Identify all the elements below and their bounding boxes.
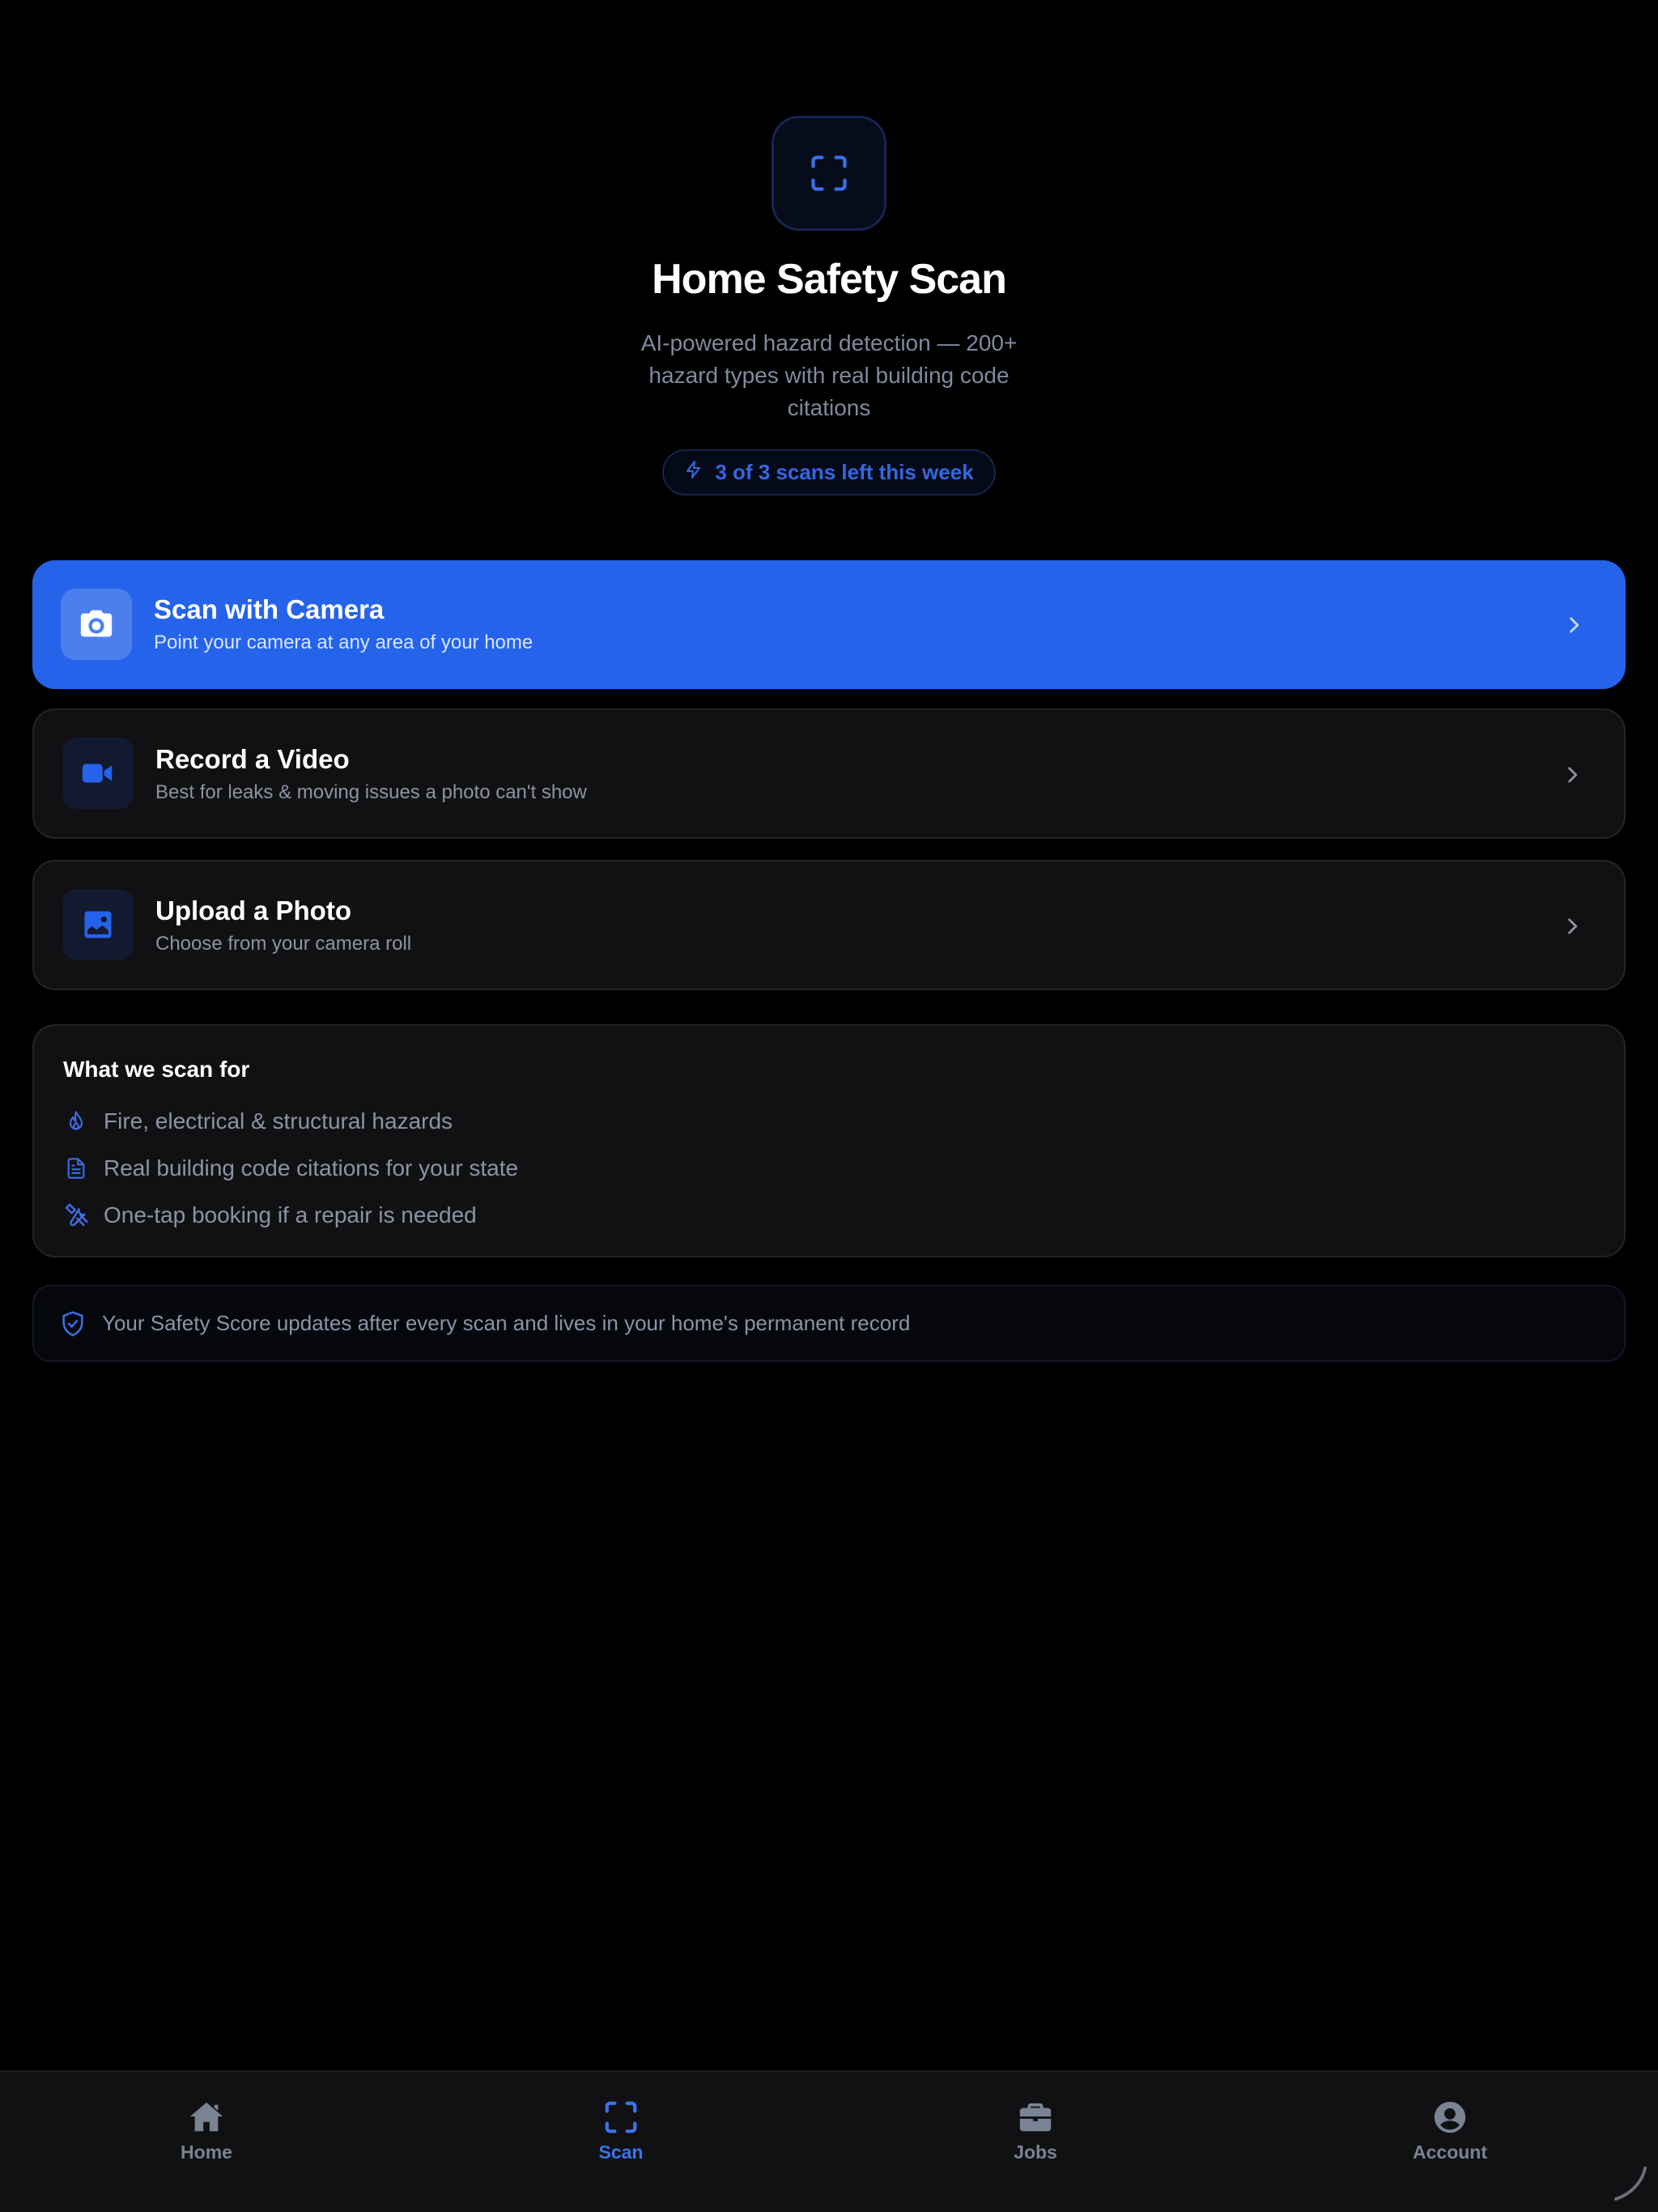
resize-handle-icon[interactable] bbox=[1609, 2163, 1648, 2202]
tab-label: Home bbox=[181, 2142, 232, 2163]
safety-score-note: Your Safety Score updates after every sc… bbox=[32, 1285, 1626, 1362]
lightning-icon bbox=[684, 459, 704, 486]
user-circle-icon bbox=[1429, 2096, 1471, 2138]
chevron-right-icon bbox=[1556, 910, 1588, 942]
section-title: What we scan for bbox=[63, 1057, 250, 1082]
camera-icon bbox=[61, 589, 132, 660]
photo-icon bbox=[62, 889, 134, 960]
shield-check-icon bbox=[57, 1308, 89, 1340]
home-icon bbox=[185, 2096, 227, 2138]
feature-item: One-tap booking if a repair is needed bbox=[62, 1199, 477, 1231]
action-title: Upload a Photo bbox=[155, 895, 351, 925]
tab-scan[interactable]: Scan bbox=[540, 2096, 702, 2169]
action-title: Record a Video bbox=[155, 744, 350, 774]
action-subtitle: Point your camera at any area of your ho… bbox=[154, 632, 534, 653]
document-icon bbox=[62, 1154, 91, 1183]
scan-frame-icon bbox=[772, 116, 886, 231]
tab-home[interactable]: Home bbox=[125, 2096, 287, 2169]
bottom-tab-bar: Home Scan Jobs Account bbox=[0, 2070, 1658, 2212]
chevron-right-icon bbox=[1558, 609, 1590, 641]
safety-score-note-text: Your Safety Score updates after every sc… bbox=[102, 1311, 911, 1335]
action-subtitle: Choose from your camera roll bbox=[155, 933, 412, 955]
flame-icon bbox=[62, 1107, 91, 1136]
chevron-right-icon bbox=[1556, 759, 1588, 791]
page-title: Home Safety Scan bbox=[652, 256, 1007, 303]
feature-text: Real building code citations for your st… bbox=[104, 1155, 519, 1180]
video-camera-icon bbox=[62, 738, 134, 809]
tools-icon bbox=[62, 1201, 91, 1230]
scan-with-camera-button[interactable]: Scan with Camera Point your camera at an… bbox=[32, 560, 1626, 689]
what-we-scan-for-card: What we scan for Fire, electrical & stru… bbox=[32, 1024, 1626, 1257]
action-subtitle: Best for leaks & moving issues a photo c… bbox=[155, 781, 587, 803]
tab-label: Account bbox=[1413, 2142, 1487, 2163]
scan-frame-icon bbox=[600, 2096, 642, 2138]
tab-jobs[interactable]: Jobs bbox=[954, 2096, 1116, 2169]
feature-item: Real building code citations for your st… bbox=[62, 1152, 518, 1185]
page-subtitle: AI-powered hazard detection — 200+ hazar… bbox=[640, 330, 1018, 420]
upload-photo-button[interactable]: Upload a Photo Choose from your camera r… bbox=[32, 860, 1626, 990]
feature-text: One-tap booking if a repair is needed bbox=[104, 1202, 477, 1227]
tab-label: Jobs bbox=[1014, 2142, 1057, 2163]
feature-item: Fire, electrical & structural hazards bbox=[62, 1105, 453, 1138]
scan-quota-text: 3 of 3 scans left this week bbox=[715, 460, 974, 484]
feature-text: Fire, electrical & structural hazards bbox=[104, 1108, 453, 1134]
tab-account[interactable]: Account bbox=[1369, 2096, 1531, 2169]
scan-screen: Home Safety Scan AI-powered hazard detec… bbox=[0, 0, 1658, 2212]
briefcase-icon bbox=[1014, 2096, 1056, 2138]
record-video-button[interactable]: Record a Video Best for leaks & moving i… bbox=[32, 708, 1626, 839]
scan-quota-badge: 3 of 3 scans left this week bbox=[662, 449, 996, 496]
tab-label: Scan bbox=[598, 2142, 644, 2163]
action-title: Scan with Camera bbox=[154, 594, 385, 624]
